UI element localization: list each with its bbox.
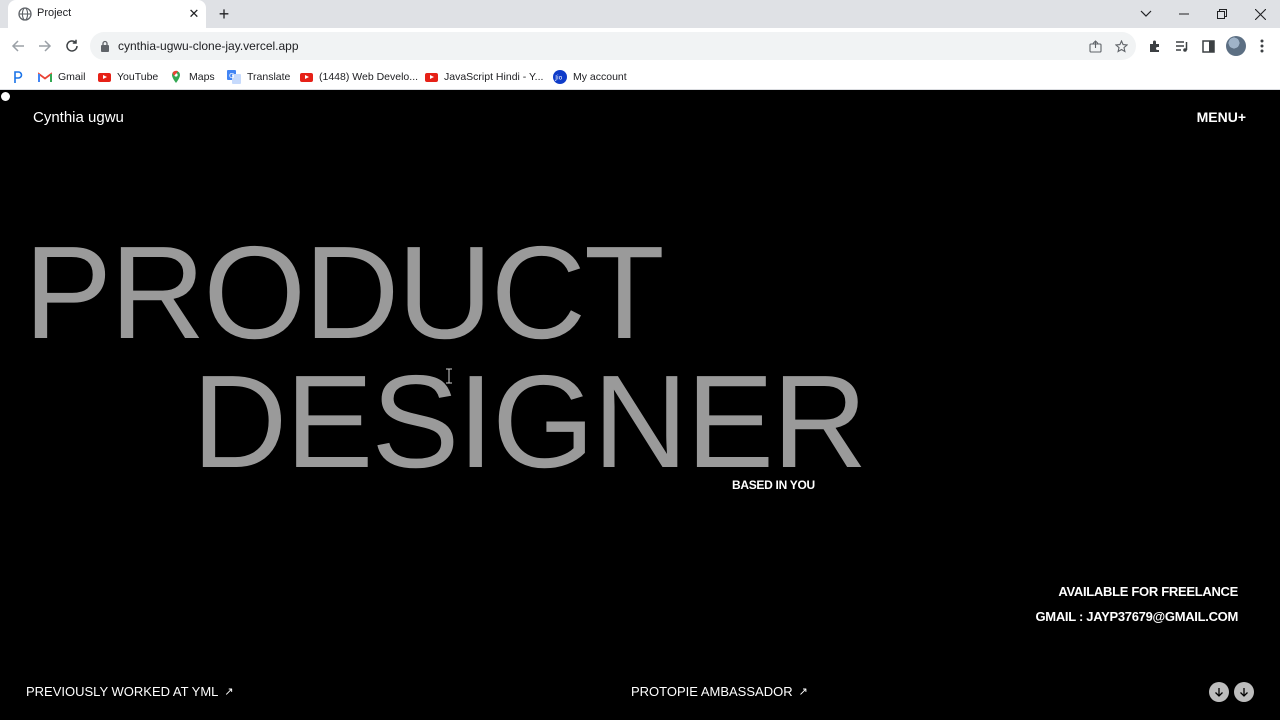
menu-button[interactable]: MENU+	[1197, 109, 1246, 125]
bookmark-gmail[interactable]: Gmail	[38, 68, 85, 86]
bookmark-label: YouTube	[117, 71, 159, 83]
site-logo[interactable]: Cynthia ugwu	[33, 109, 124, 126]
profile-avatar[interactable]	[1226, 36, 1246, 56]
arrow-down-icon	[1240, 688, 1248, 697]
contact-email[interactable]: GMAIL : JAYP37679@GMAIL.COM	[1035, 609, 1238, 624]
youtube-icon	[299, 70, 313, 84]
apps-shortcut[interactable]	[11, 68, 31, 86]
minimize-button[interactable]	[1165, 0, 1203, 28]
media-control-icon[interactable]	[1172, 36, 1192, 56]
bookmark-label: Gmail	[58, 71, 86, 83]
extensions-icon[interactable]	[1145, 36, 1165, 56]
hero-heading-line-1: PRODUCT	[24, 219, 665, 366]
bookmark-javascript-hindi[interactable]: JavaScript Hindi - Y...	[424, 68, 543, 86]
availability-text: AVAILABLE FOR FREELANCE	[1058, 584, 1238, 599]
previously-worked-link[interactable]: PREVIOUSLY WORKED AT YML ↗	[26, 684, 234, 699]
tab-title: Project	[37, 7, 72, 19]
maps-icon	[169, 70, 183, 84]
jio-icon: Jio	[553, 70, 567, 84]
browser-toolbar: cynthia-ugwu-clone-jay.vercel.app	[0, 28, 1280, 64]
bookmark-my-account[interactable]: Jio My account	[553, 68, 627, 86]
bookmark-translate[interactable]: G Translate	[227, 68, 290, 86]
globe-icon	[18, 7, 32, 21]
hero-heading-line-2: DESIGNER	[192, 348, 867, 495]
bookmark-label: (1448) Web Develo...	[319, 71, 419, 83]
bookmark-label: JavaScript Hindi - Y...	[444, 71, 544, 83]
restore-icon	[1217, 9, 1227, 19]
bookmarks-bar: Gmail YouTube Maps G Translate (1448) We…	[0, 64, 1280, 90]
back-button[interactable]	[8, 36, 28, 56]
web-page: Cynthia ugwu MENU+ PRODUCT DESIGNER BASE…	[0, 91, 1280, 720]
scroll-down-button[interactable]	[1209, 682, 1229, 702]
reload-button[interactable]	[62, 36, 82, 56]
chevron-down-icon	[1140, 10, 1152, 17]
arrow-right-icon	[39, 40, 52, 52]
bookmark-label: Maps	[189, 71, 215, 83]
browser-tab[interactable]: Project ✕	[8, 0, 206, 28]
arrow-left-icon	[11, 40, 24, 52]
bookmark-maps[interactable]: Maps	[169, 68, 215, 86]
address-bar[interactable]: cynthia-ugwu-clone-jay.vercel.app	[90, 32, 1136, 60]
svg-text:Jio: Jio	[554, 74, 562, 81]
restore-button[interactable]	[1203, 0, 1241, 28]
youtube-icon	[424, 70, 438, 84]
forward-button[interactable]	[35, 36, 55, 56]
bookmark-youtube[interactable]: YouTube	[97, 68, 158, 86]
custom-cursor-dot	[1, 92, 10, 101]
youtube-icon	[97, 70, 111, 84]
scroll-down-button-2[interactable]	[1234, 682, 1254, 702]
close-window-button[interactable]	[1241, 0, 1279, 28]
bookmark-web-dev[interactable]: (1448) Web Develo...	[299, 68, 418, 86]
url-text: cynthia-ugwu-clone-jay.vercel.app	[118, 39, 299, 53]
lock-icon	[101, 40, 109, 52]
gmail-icon	[38, 70, 52, 84]
side-panel-icon[interactable]	[1198, 36, 1218, 56]
arrow-up-right-icon: ↗	[798, 686, 808, 698]
translate-icon: G	[227, 70, 241, 84]
arrow-down-icon	[1215, 688, 1223, 697]
reload-icon	[66, 39, 78, 52]
link-label: PROTOPIE AMBASSADOR	[631, 684, 793, 699]
arrow-up-right-icon: ↗	[224, 686, 234, 698]
kebab-menu-icon[interactable]	[1252, 36, 1272, 56]
new-tab-button[interactable]: +	[214, 4, 234, 24]
bookmark-label: Translate	[247, 71, 291, 83]
minimize-icon	[1179, 13, 1189, 15]
tab-search-button[interactable]	[1127, 0, 1165, 28]
based-in-text: BASED IN YOU	[732, 478, 815, 492]
text-cursor-icon	[446, 368, 452, 384]
bookmark-label: My account	[573, 71, 627, 83]
star-icon[interactable]	[1113, 38, 1129, 54]
link-label: PREVIOUSLY WORKED AT YML	[26, 684, 219, 699]
svg-text:G: G	[229, 72, 234, 80]
pin-icon	[11, 70, 25, 84]
tab-strip: Project ✕ +	[0, 0, 1280, 28]
protopie-ambassador-link[interactable]: PROTOPIE AMBASSADOR ↗	[631, 684, 808, 699]
share-icon[interactable]	[1087, 38, 1103, 54]
close-icon	[1254, 8, 1266, 20]
tab-close-icon[interactable]: ✕	[186, 6, 202, 22]
